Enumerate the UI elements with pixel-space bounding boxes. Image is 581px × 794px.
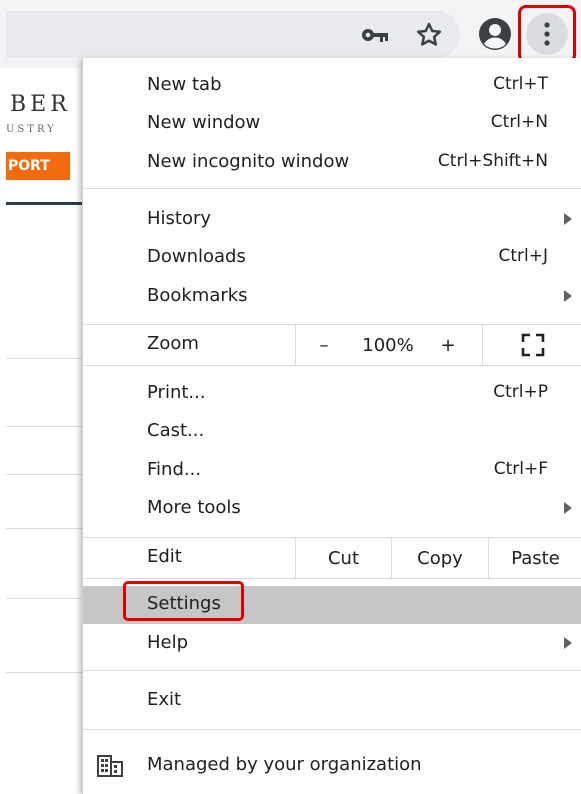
fullscreen-button[interactable] [483, 325, 581, 365]
menu-item-new-tab[interactable]: New tab Ctrl+T [83, 67, 581, 105]
account-circle-icon[interactable] [478, 17, 512, 51]
menu-item-bookmarks[interactable]: Bookmarks [83, 278, 581, 316]
three-dot-menu-button[interactable] [518, 5, 576, 63]
site-nav-underline [6, 202, 82, 205]
divider [6, 598, 82, 599]
menu-item-shortcut: Ctrl+N [490, 112, 548, 132]
cut-button[interactable]: Cut [296, 538, 391, 578]
menu-zoom-row: Zoom – 100% + [83, 325, 581, 365]
fullscreen-icon [521, 333, 544, 357]
menu-item-shortcut: Ctrl+T [493, 74, 548, 94]
menu-item-find[interactable]: Find... Ctrl+F [83, 452, 581, 490]
site-brand-subtext: USTRY [6, 124, 57, 135]
menu-item-settings[interactable]: Settings [83, 581, 581, 624]
menu-item-label: History [147, 208, 212, 229]
menu-item-shortcut: Ctrl+Shift+N [437, 151, 548, 171]
submenu-arrow-icon [564, 213, 572, 225]
site-brand-text: BER [10, 92, 71, 117]
menu-item-help[interactable]: Help [83, 625, 581, 663]
menu-item-label: Exit [147, 689, 182, 710]
menu-item-history[interactable]: History [83, 201, 581, 239]
key-icon[interactable] [360, 22, 390, 48]
menu-item-label: New incognito window [147, 151, 350, 172]
menu-item-label: Managed by your organization [147, 754, 422, 775]
browser-window: BER USTRY PORT New tab Ctrl+T New window… [0, 0, 581, 794]
submenu-arrow-icon [564, 502, 572, 514]
menu-separator [83, 188, 581, 189]
menu-item-cast[interactable]: Cast... [83, 413, 581, 451]
edit-label: Edit [147, 546, 182, 567]
menu-item-new-window[interactable]: New window Ctrl+N [83, 105, 581, 143]
menu-separator [83, 365, 581, 366]
submenu-arrow-icon [564, 637, 572, 649]
three-dot-menu-icon [526, 13, 568, 55]
zoom-label: Zoom [147, 333, 199, 354]
menu-item-label: Bookmarks [147, 285, 248, 306]
menu-edit-row: Edit Cut Copy Paste [83, 538, 581, 578]
menu-item-label: New window [147, 112, 261, 133]
divider [295, 325, 296, 365]
divider [6, 426, 82, 427]
menu-item-print[interactable]: Print... Ctrl+P [83, 375, 581, 413]
menu-item-shortcut: Ctrl+P [493, 382, 548, 402]
menu-item-shortcut: Ctrl+J [498, 246, 548, 266]
divider [6, 672, 82, 673]
menu-separator [83, 578, 581, 579]
star-icon[interactable] [413, 19, 445, 51]
address-bar[interactable] [6, 11, 460, 58]
menu-item-label: Print... [147, 382, 206, 403]
divider [6, 358, 82, 359]
report-button[interactable]: PORT [6, 152, 70, 180]
zoom-in-button[interactable]: + [433, 325, 463, 365]
divider [6, 528, 82, 529]
menu-item-shortcut: Ctrl+F [493, 459, 548, 479]
menu-item-label: Help [147, 632, 189, 653]
menu-item-downloads[interactable]: Downloads Ctrl+J [83, 239, 581, 277]
menu-item-managed-by-organization[interactable]: Managed by your organization [83, 744, 581, 788]
paste-button[interactable]: Paste [489, 538, 581, 578]
menu-separator [83, 729, 581, 730]
building-icon [97, 754, 123, 778]
menu-item-label: Cast... [147, 420, 205, 441]
menu-item-label: More tools [147, 497, 241, 518]
submenu-arrow-icon [564, 290, 572, 302]
menu-item-label: Downloads [147, 246, 246, 267]
menu-item-label: Find... [147, 459, 202, 480]
menu-item-exit[interactable]: Exit [83, 682, 581, 720]
menu-item-label: New tab [147, 74, 222, 95]
menu-item-more-tools[interactable]: More tools [83, 490, 581, 528]
zoom-out-button[interactable]: – [309, 325, 339, 365]
menu-separator [83, 670, 581, 671]
menu-item-new-incognito-window[interactable]: New incognito window Ctrl+Shift+N [83, 144, 581, 182]
zoom-level-value: 100% [362, 334, 414, 356]
settings-highlight-box [123, 581, 244, 621]
browser-main-menu: New tab Ctrl+T New window Ctrl+N New inc… [82, 58, 581, 794]
divider [6, 474, 82, 475]
background-webpage: BER USTRY PORT [0, 68, 82, 794]
copy-button[interactable]: Copy [392, 538, 488, 578]
